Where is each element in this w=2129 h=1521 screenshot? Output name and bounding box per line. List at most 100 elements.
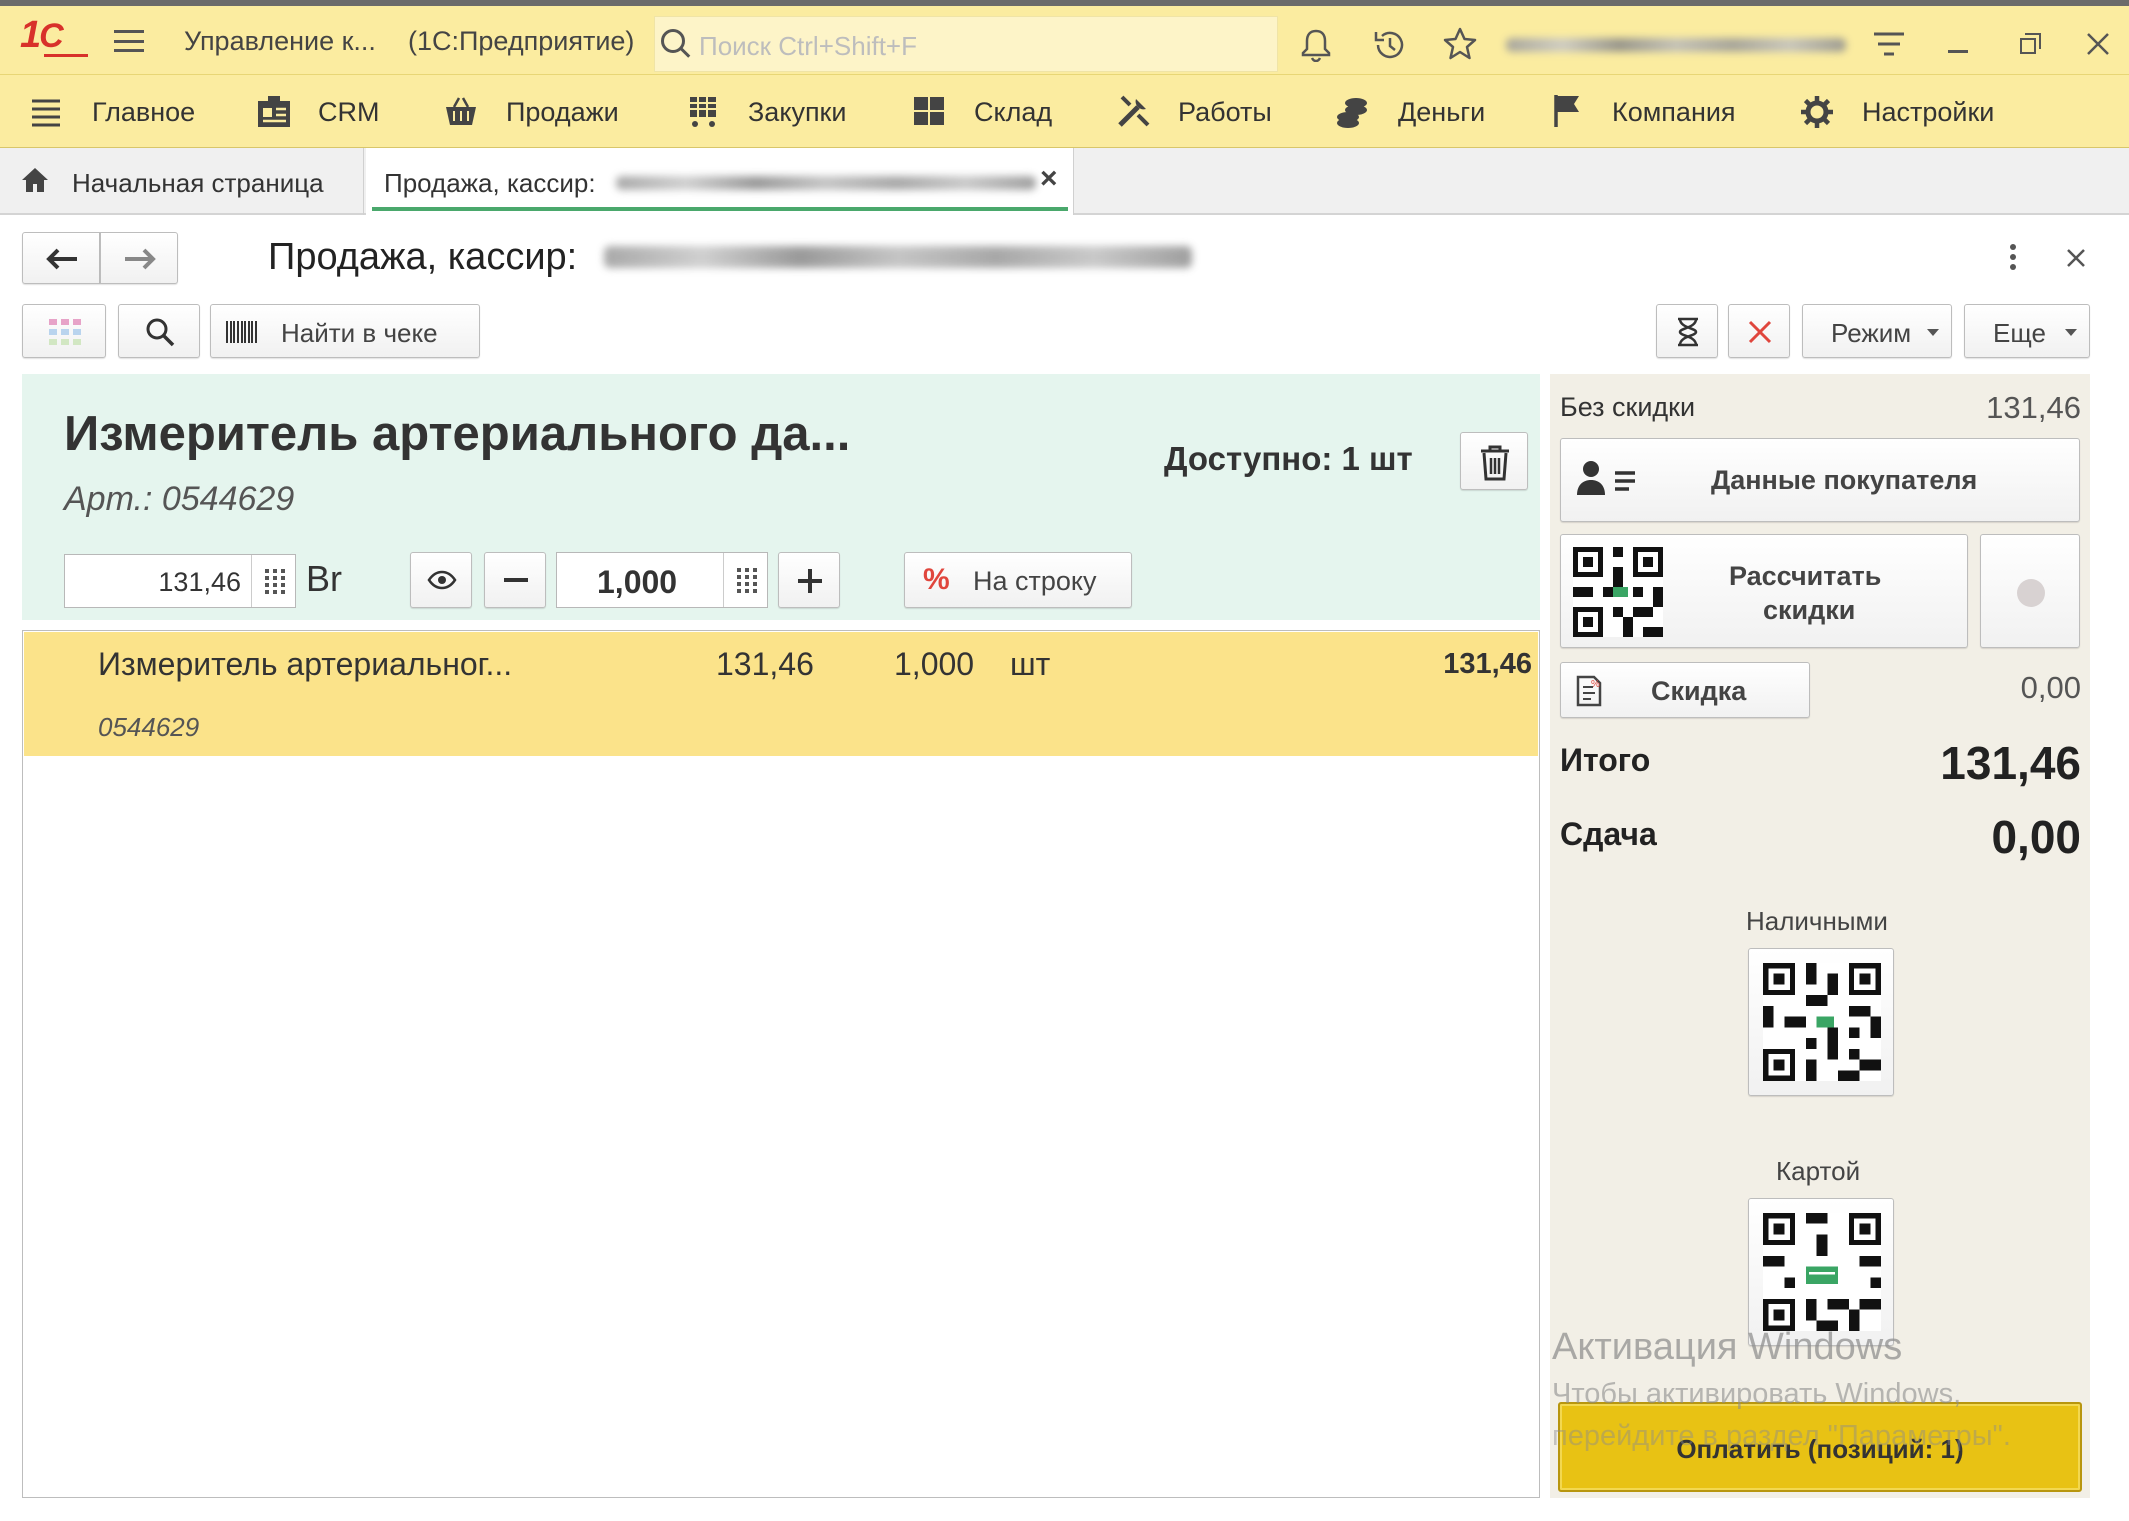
1c-logo[interactable]: 1C	[20, 14, 64, 57]
app-platform: (1С:Предприятие)	[408, 26, 635, 56]
manual-discount-button[interactable]: % Скидка	[1560, 662, 1810, 718]
coins-icon	[1337, 98, 1367, 128]
eye-icon	[427, 570, 457, 590]
back-button[interactable]	[22, 232, 100, 284]
settings-list-icon[interactable]	[1872, 30, 1906, 62]
postpone-button[interactable]	[1656, 304, 1718, 358]
logo-underline	[44, 54, 88, 57]
minus-icon	[504, 578, 528, 582]
calc-discounts-label-1: Рассчитать	[1729, 561, 1882, 591]
bell-icon[interactable]	[1300, 28, 1332, 62]
decrease-quantity-button[interactable]	[484, 552, 546, 608]
quantity-input[interactable]: 1,000	[556, 552, 768, 608]
form-title: Продажа, кассир:	[268, 236, 578, 278]
menu-label-purchases: Закупки	[748, 97, 847, 127]
menu-label-company: Компания	[1612, 97, 1736, 127]
menu-label-works: Работы	[1178, 97, 1272, 127]
arrow-right-icon	[125, 248, 156, 270]
menu-item-settings[interactable]: Настройки	[1800, 75, 2000, 149]
windows-activation-line3: перейдите в раздел "Параметры".	[1552, 1420, 2011, 1452]
change-value: 0,00	[1991, 811, 2081, 863]
delete-line-button[interactable]	[1460, 432, 1528, 490]
title-bar: 1C Управление к... (1С:Предприятие) Поис…	[0, 0, 2129, 74]
barcode-icon	[226, 321, 257, 343]
qr-code-icon	[1573, 547, 1663, 637]
mode-chevron-down-icon	[1927, 329, 1939, 336]
crm-card-icon	[258, 96, 290, 127]
calculate-discounts-button[interactable]: Рассчитать скидки	[1560, 534, 1968, 648]
card-qr-icon	[1763, 1213, 1881, 1331]
basket-icon	[446, 97, 476, 125]
cash-qr-icon	[1763, 963, 1881, 1081]
form-close-icon[interactable]	[2066, 248, 2086, 268]
cashier-name-redacted	[616, 176, 1036, 190]
trash-icon	[1481, 445, 1509, 481]
more-dropdown[interactable]: Еще	[1964, 304, 2090, 358]
pay-card-button[interactable]	[1748, 1198, 1894, 1346]
price-keypad-icon[interactable]	[251, 555, 295, 607]
cancel-receipt-button[interactable]	[1728, 304, 1790, 358]
warehouse-icon	[914, 97, 944, 125]
cart-icon	[690, 97, 716, 127]
find-in-receipt-button[interactable]: Найти в чеке	[210, 304, 480, 358]
line-price: 131,46	[716, 646, 814, 682]
customer-data-label: Данные покупателя	[1711, 465, 1978, 495]
line-quantity: 1,000	[894, 646, 975, 682]
favorites-star-icon[interactable]	[1442, 26, 1478, 62]
product-article: Арт.: 0544629	[64, 480, 295, 518]
no-discount-label: Без скидки	[1560, 392, 1696, 422]
close-window-icon[interactable]	[2086, 32, 2110, 56]
search-box[interactable]: Поиск Ctrl+Shift+F	[654, 16, 1278, 72]
receipt-lines-table	[22, 630, 1540, 1498]
total-label: Итого	[1560, 742, 1651, 778]
search-button[interactable]	[118, 304, 200, 358]
windows-activation-title: Активация Windows	[1552, 1326, 1903, 1368]
line-discount-button[interactable]: % На строку	[904, 552, 1132, 608]
price-input[interactable]: 131,46	[64, 554, 296, 608]
menu-item-warehouse[interactable]: Склад	[912, 75, 1082, 149]
currency-label: Br	[306, 558, 342, 599]
menu-item-crm[interactable]: CRM	[256, 75, 396, 149]
menu-item-main[interactable]: Главное	[30, 75, 210, 149]
menu-item-sales[interactable]: Продажи	[444, 75, 644, 149]
mode-dropdown[interactable]: Режим	[1802, 304, 1952, 358]
cash-label: Наличными	[1746, 906, 1888, 936]
menu-item-money[interactable]: Деньги	[1336, 75, 1516, 149]
discount-info-button[interactable]	[1980, 534, 2080, 648]
main-menu-icon[interactable]	[114, 30, 144, 52]
home-icon	[22, 168, 48, 192]
hourglass-icon	[1678, 317, 1698, 347]
menu-label-money: Деньги	[1398, 97, 1486, 127]
minimize-icon[interactable]	[1948, 50, 1968, 53]
windows-activation-line2: Чтобы активировать Windows,	[1552, 1378, 1962, 1410]
tab-sale-cashier[interactable]: Продажа, кассир: ×	[366, 148, 1074, 215]
app-title: Управление к...	[184, 26, 376, 56]
menu-label-main: Главное	[92, 97, 196, 127]
forward-button[interactable]	[100, 232, 178, 284]
tab-home[interactable]: Начальная страница	[0, 148, 364, 215]
calc-discounts-label-2: скидки	[1763, 595, 1856, 625]
quantity-keypad-icon[interactable]	[723, 553, 767, 607]
form-more-menu-icon[interactable]	[2010, 244, 2016, 272]
menu-item-company[interactable]: Компания	[1552, 75, 1752, 149]
customer-data-button[interactable]: Данные покупателя	[1560, 438, 2080, 522]
history-icon[interactable]	[1372, 28, 1408, 62]
show-product-button[interactable]	[410, 552, 472, 608]
form-title-cashier-redacted	[604, 246, 1192, 268]
find-in-receipt-label: Найти в чеке	[281, 318, 438, 348]
line-sum: 131,46	[1443, 648, 1532, 680]
increase-quantity-button[interactable]	[778, 552, 840, 608]
tab-close-icon[interactable]: ×	[1040, 162, 1058, 196]
pay-cash-button[interactable]	[1748, 948, 1894, 1096]
change-label: Сдача	[1560, 816, 1657, 852]
discount-doc-icon: %	[1576, 675, 1602, 707]
svg-text:%: %	[1591, 679, 1600, 690]
table-row[interactable]: Измеритель артериальног... 131,46 1,000 …	[24, 632, 1538, 756]
discount-status-icon	[2017, 579, 2045, 607]
percent-icon: %	[923, 563, 950, 596]
flag-icon	[1554, 95, 1579, 127]
product-grid-button[interactable]	[22, 304, 106, 358]
menu-item-purchases[interactable]: Закупки	[686, 75, 886, 149]
menu-item-works[interactable]: Работы	[1116, 75, 1296, 149]
magnifier-icon	[146, 318, 175, 347]
